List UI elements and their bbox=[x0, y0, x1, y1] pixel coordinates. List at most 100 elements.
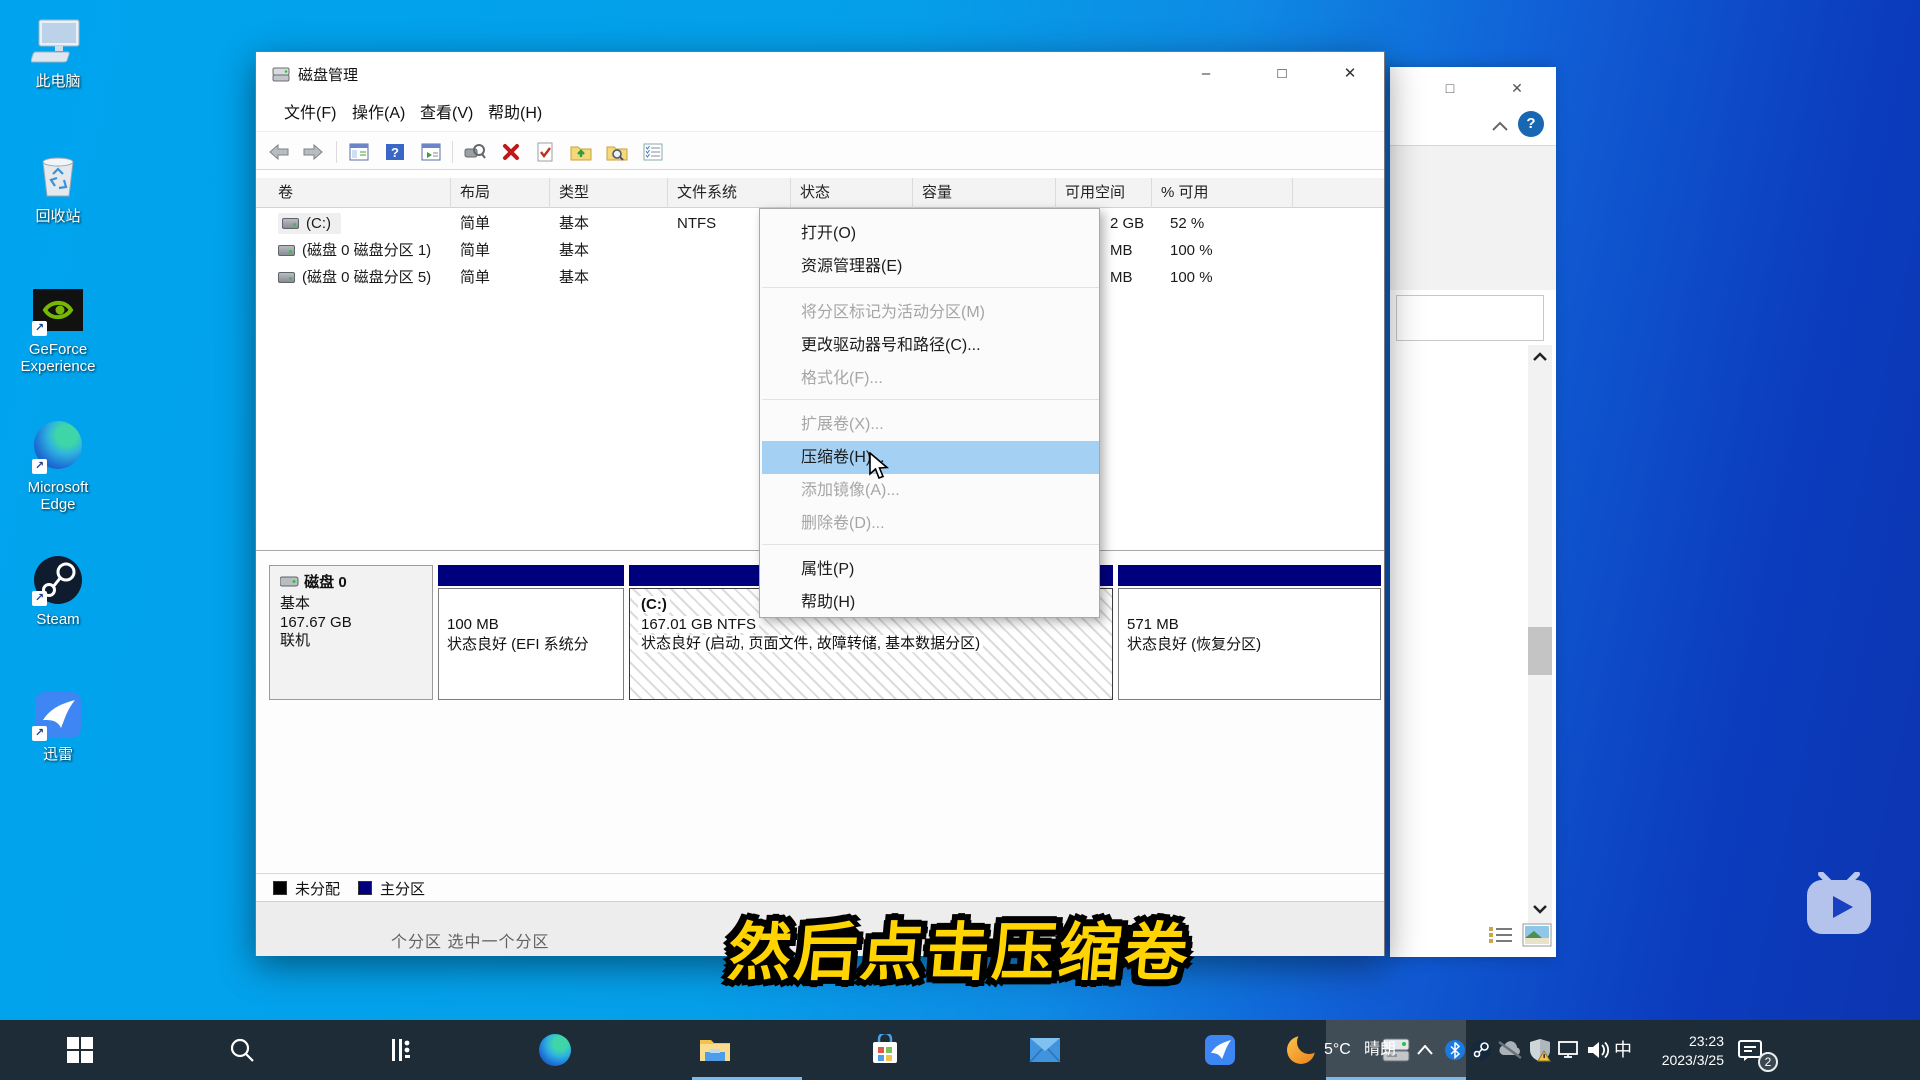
minimize-button[interactable]: – bbox=[1182, 52, 1230, 96]
forward-icon[interactable] bbox=[300, 139, 326, 165]
weather-temp[interactable]: 5°C bbox=[1324, 1020, 1351, 1080]
tray-chevron-icon[interactable] bbox=[1412, 1020, 1438, 1080]
menu-file[interactable]: 文件(F) bbox=[278, 96, 342, 132]
scroll-up-icon[interactable] bbox=[1532, 351, 1548, 363]
list-header: 卷 布局 类型 文件系统 状态 容量 可用空间 % 可用 bbox=[256, 178, 1384, 208]
microsoft-store-icon bbox=[870, 1034, 900, 1066]
col-type[interactable]: 类型 bbox=[550, 178, 668, 208]
disk0-name: 磁盘 0 bbox=[304, 574, 347, 591]
col-status[interactable]: 状态 bbox=[791, 178, 913, 208]
this-pc-icon bbox=[31, 15, 85, 69]
notification-icon[interactable] bbox=[1734, 1020, 1766, 1080]
disk0-type: 基本 bbox=[280, 595, 422, 614]
tv-watermark-icon bbox=[1803, 872, 1877, 938]
steam-tray-icon[interactable] bbox=[1468, 1020, 1494, 1080]
inspect-icon[interactable] bbox=[462, 139, 488, 165]
desktop-icon-recycle-bin[interactable]: 回收站 bbox=[0, 150, 116, 225]
volume-icon bbox=[278, 245, 295, 256]
back-icon[interactable] bbox=[266, 139, 292, 165]
taskbar-store[interactable] bbox=[847, 1020, 923, 1080]
close-button[interactable]: ✕ bbox=[1326, 52, 1374, 96]
check-document-icon[interactable] bbox=[532, 139, 558, 165]
console-tree-icon[interactable] bbox=[346, 139, 372, 165]
details-view-icon[interactable] bbox=[640, 139, 666, 165]
weather-moon-icon[interactable] bbox=[1284, 1020, 1318, 1080]
col-pct-free[interactable]: % 可用 bbox=[1152, 178, 1293, 208]
close-button[interactable]: ✕ bbox=[1502, 75, 1532, 101]
menu-item-explorer[interactable]: 资源管理器(E) bbox=[762, 250, 1099, 283]
desktop-icon-label: 回收站 bbox=[0, 208, 116, 225]
mail-icon bbox=[1029, 1037, 1061, 1063]
maximize-button[interactable]: □ bbox=[1435, 75, 1465, 101]
taskbar-edge[interactable] bbox=[517, 1020, 593, 1080]
folder-up-icon[interactable] bbox=[568, 139, 594, 165]
menu-item-change-letter[interactable]: 更改驱动器号和路径(C)... bbox=[762, 329, 1099, 362]
col-filesystem[interactable]: 文件系统 bbox=[668, 178, 791, 208]
primary-partition-bar bbox=[1118, 565, 1381, 586]
primary-partition-swatch bbox=[358, 881, 372, 895]
menu-item-extend-volume: 扩展卷(X)... bbox=[762, 408, 1099, 441]
scroll-down-icon[interactable] bbox=[1532, 903, 1548, 915]
search-button[interactable] bbox=[204, 1020, 280, 1080]
taskbar-xunlei[interactable] bbox=[1182, 1020, 1258, 1080]
taskbar-mail[interactable] bbox=[1007, 1020, 1083, 1080]
help-icon[interactable]: ? bbox=[1518, 111, 1544, 137]
scrollbar-thumb[interactable] bbox=[1528, 627, 1552, 675]
weather-text[interactable]: 晴朗 bbox=[1364, 1020, 1396, 1080]
desktop-icon-steam[interactable]: ↗ Steam bbox=[0, 553, 116, 628]
picture-thumbnail-icon[interactable] bbox=[1522, 923, 1552, 947]
task-view-button[interactable] bbox=[362, 1020, 438, 1080]
console-window-icon[interactable] bbox=[418, 139, 444, 165]
partition-efi[interactable]: 100 MB 状态良好 (EFI 系统分 bbox=[438, 565, 624, 700]
disk0-panel[interactable]: 磁盘 0 基本 167.67 GB 联机 bbox=[269, 565, 433, 700]
menu-item-help[interactable]: 帮助(H) bbox=[762, 586, 1099, 619]
start-button[interactable] bbox=[42, 1020, 118, 1080]
edge-icon bbox=[539, 1034, 571, 1066]
folder-search-icon[interactable] bbox=[604, 139, 630, 165]
window-title: 磁盘管理 bbox=[298, 64, 358, 85]
svg-text:?: ? bbox=[391, 145, 399, 160]
mouse-cursor bbox=[868, 452, 894, 482]
menu-help[interactable]: 帮助(H) bbox=[482, 96, 548, 132]
maximize-button[interactable]: □ bbox=[1258, 52, 1306, 96]
col-capacity[interactable]: 容量 bbox=[913, 178, 1056, 208]
menu-view[interactable]: 查看(V) bbox=[414, 96, 479, 132]
desktop-icon-label: Microsoft Edge bbox=[0, 479, 116, 514]
col-volume[interactable]: 卷 bbox=[269, 178, 451, 208]
menu-item-properties[interactable]: 属性(P) bbox=[762, 553, 1099, 586]
taskbar-file-explorer[interactable] bbox=[677, 1020, 753, 1080]
clock-date: 2023/3/25 bbox=[1638, 1052, 1724, 1068]
menu-item-shrink-volume[interactable]: 压缩卷(H)... bbox=[762, 441, 1099, 474]
collapse-ribbon-icon[interactable] bbox=[1490, 119, 1510, 133]
partition-recovery[interactable]: 571 MB 状态良好 (恢复分区) bbox=[1118, 565, 1381, 700]
desktop-icon-this-pc[interactable]: 此电脑 bbox=[0, 15, 116, 90]
taskbar-clock[interactable]: 23:23 2023/3/25 bbox=[1638, 1020, 1724, 1080]
details-list-icon[interactable] bbox=[1488, 925, 1514, 947]
col-free-space[interactable]: 可用空间 bbox=[1056, 178, 1152, 208]
onedrive-icon[interactable] bbox=[1496, 1020, 1524, 1080]
geforce-experience-icon: ↗ bbox=[31, 283, 85, 337]
volume-icon[interactable] bbox=[1584, 1020, 1612, 1080]
desktop-icon-xunlei[interactable]: ↗ 迅雷 bbox=[0, 688, 116, 763]
toolbar: ? bbox=[256, 133, 1384, 170]
titlebar[interactable]: 磁盘管理 – □ ✕ bbox=[256, 52, 1384, 96]
desktop-icon-microsoft-edge[interactable]: ↗ Microsoft Edge bbox=[0, 418, 116, 514]
address-box[interactable] bbox=[1396, 295, 1544, 341]
menu-item-open[interactable]: 打开(O) bbox=[762, 217, 1099, 250]
shortcut-arrow-icon: ↗ bbox=[32, 321, 47, 336]
desktop-icon-geforce-experience[interactable]: ↗ GeForce Experience bbox=[0, 283, 116, 376]
menu-separator bbox=[762, 399, 1099, 400]
delete-icon[interactable] bbox=[498, 139, 524, 165]
col-layout[interactable]: 布局 bbox=[451, 178, 550, 208]
ime-indicator[interactable]: 中 bbox=[1614, 1020, 1632, 1080]
menu-action[interactable]: 操作(A) bbox=[346, 96, 411, 132]
security-shield-icon[interactable] bbox=[1526, 1020, 1554, 1080]
file-explorer-icon bbox=[698, 1035, 732, 1065]
network-icon[interactable] bbox=[1556, 1020, 1584, 1080]
help-icon[interactable]: ? bbox=[382, 139, 408, 165]
shortcut-arrow-icon: ↗ bbox=[32, 591, 47, 606]
ribbon-area bbox=[1390, 146, 1556, 290]
background-window: □ ✕ ? bbox=[1390, 67, 1556, 957]
bluetooth-icon[interactable] bbox=[1442, 1020, 1468, 1080]
menu-separator bbox=[762, 544, 1099, 545]
